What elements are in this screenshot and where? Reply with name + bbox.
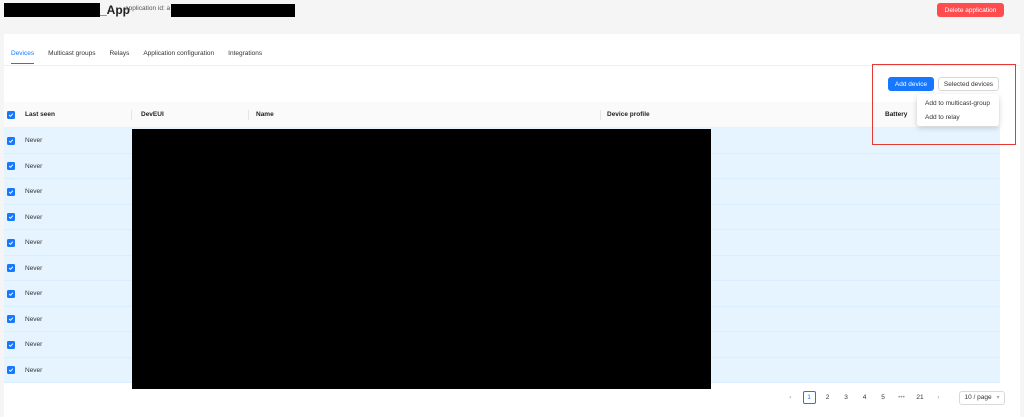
column-header-deveui[interactable]: DevEUI: [141, 111, 164, 118]
row-checkbox[interactable]: [7, 340, 15, 349]
column-divider: [248, 110, 249, 120]
checkmark-icon: [8, 240, 14, 245]
redacted-application-id: [171, 4, 295, 17]
tab-devices[interactable]: Devices: [11, 46, 35, 64]
checkmark-icon: [8, 342, 14, 347]
selected-devices-menu: Add to multicast-group Add to relay: [917, 94, 999, 126]
column-header-battery[interactable]: Battery: [885, 111, 907, 118]
menu-item-add-to-relay[interactable]: Add to relay: [925, 114, 960, 121]
checkmark-icon: [8, 291, 14, 296]
column-header-device-profile[interactable]: Device profile: [607, 111, 650, 118]
row-checkbox[interactable]: [7, 162, 15, 170]
last-seen-cell: Never: [25, 290, 43, 297]
ellipsis-button[interactable]: •••: [895, 391, 908, 404]
chevron-right-icon[interactable]: ›: [932, 391, 945, 404]
pagination: ‹ 1 2 3 4 5 ••• 21 › 10 / page ▾: [784, 390, 1005, 405]
column-divider: [131, 110, 132, 120]
tab-relays[interactable]: Relays: [109, 46, 129, 64]
selected-devices-button[interactable]: Selected devices: [938, 77, 999, 91]
page-1-button[interactable]: 1: [802, 391, 816, 404]
tab-divider: [4, 65, 1020, 66]
checkmark-icon: [8, 138, 14, 143]
page-4-button[interactable]: 4: [858, 391, 871, 404]
checkmark-icon: [8, 113, 14, 118]
checkmark-icon: [8, 189, 14, 194]
checkmark-icon: [8, 164, 14, 169]
row-checkbox[interactable]: [7, 213, 15, 221]
page-5-button[interactable]: 5: [877, 391, 890, 404]
row-checkbox[interactable]: [7, 264, 15, 272]
tab-multicast-groups[interactable]: Multicast groups: [48, 46, 95, 64]
last-seen-cell: Never: [25, 162, 43, 170]
tab-application-configuration[interactable]: Application configuration: [143, 46, 214, 64]
row-checkbox[interactable]: [7, 366, 15, 374]
last-seen-cell: Never: [25, 366, 43, 374]
checkmark-icon: [8, 215, 14, 220]
menu-item-add-to-multicast-group[interactable]: Add to multicast-group: [925, 100, 990, 107]
page-size-value: 10 / page: [964, 394, 992, 401]
delete-application-button[interactable]: Delete application: [937, 3, 1004, 17]
last-seen-cell: Never: [25, 239, 43, 246]
column-divider: [600, 110, 601, 120]
page-size-select[interactable]: 10 / page ▾: [958, 390, 1005, 405]
table-header: Last seen DevEUI Name Device profile Bat…: [4, 102, 1000, 128]
checkmark-icon: [8, 368, 14, 373]
column-header-name[interactable]: Name: [256, 111, 274, 118]
app-header: _App application id: a Delete applicatio…: [0, 0, 1024, 22]
tab-integrations[interactable]: Integrations: [228, 46, 262, 64]
last-seen-cell: Never: [25, 264, 43, 272]
last-seen-cell: Never: [25, 188, 43, 195]
row-checkbox[interactable]: [7, 187, 15, 196]
last-seen-cell: Never: [25, 315, 43, 323]
tab-bar: Devices Multicast groups Relays Applicat…: [4, 46, 276, 64]
page-21-button[interactable]: 21: [914, 391, 927, 404]
row-checkbox[interactable]: [7, 238, 15, 247]
checkmark-icon: [8, 266, 14, 271]
redacted-title: [4, 3, 100, 17]
chevron-left-icon[interactable]: ‹: [784, 391, 797, 404]
last-seen-cell: Never: [25, 213, 43, 221]
last-seen-cell: Never: [25, 137, 43, 144]
page-2-button[interactable]: 2: [821, 391, 834, 404]
checkmark-icon: [8, 317, 14, 322]
add-device-button[interactable]: Add device: [888, 77, 934, 91]
page-3-button[interactable]: 3: [840, 391, 853, 404]
redacted-device-data: [132, 129, 711, 389]
select-all-checkbox[interactable]: [7, 111, 15, 119]
row-checkbox[interactable]: [7, 289, 15, 298]
row-checkbox[interactable]: [7, 136, 15, 145]
chevron-down-icon: ▾: [996, 395, 1000, 401]
application-id-label: application id: a: [125, 5, 171, 12]
row-checkbox[interactable]: [7, 315, 15, 323]
last-seen-cell: Never: [25, 341, 43, 348]
column-header-last-seen[interactable]: Last seen: [25, 111, 55, 118]
